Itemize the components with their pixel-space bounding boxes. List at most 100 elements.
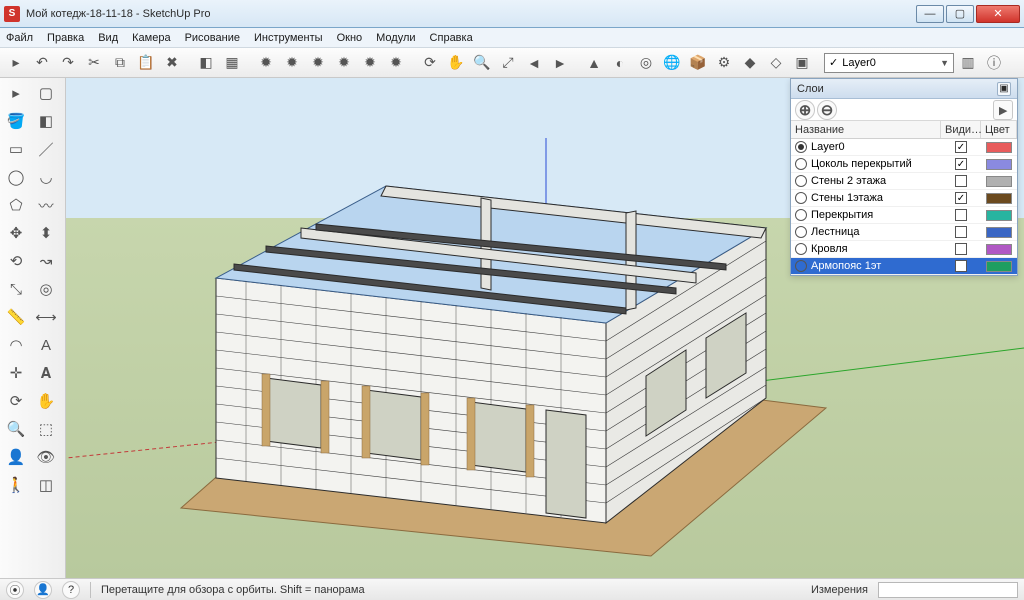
menu-файл[interactable]: Файл <box>6 32 33 44</box>
component-icon[interactable]: ◧ <box>194 51 218 75</box>
extra3-icon[interactable]: ▣ <box>790 51 814 75</box>
layer-active-radio[interactable] <box>795 260 807 272</box>
position-tool-icon[interactable]: 👤 <box>2 444 30 470</box>
layer-visible-checkbox[interactable] <box>955 209 967 221</box>
status-user-icon[interactable]: 👤 <box>34 581 52 599</box>
iso-icon[interactable]: ▲ <box>582 51 606 75</box>
scale-tool-icon[interactable]: ⤡ <box>2 276 30 302</box>
pan-icon[interactable]: ✋ <box>444 51 468 75</box>
cut-icon[interactable]: ✂ <box>82 51 106 75</box>
xray-icon[interactable]: ◎ <box>634 51 658 75</box>
select-icon[interactable]: ▸ <box>4 51 28 75</box>
fav4-icon[interactable]: ✹ <box>332 51 356 75</box>
layer-row[interactable]: Цоколь перекрытий✓ <box>791 156 1017 173</box>
protractor-tool-icon[interactable]: ◠ <box>2 332 30 358</box>
fav5-icon[interactable]: ✹ <box>358 51 382 75</box>
layer-row[interactable]: Стены 1этажа ✓ <box>791 190 1017 207</box>
layer-row[interactable]: Стены 2 этажа <box>791 173 1017 190</box>
layer-color-swatch[interactable] <box>986 227 1012 238</box>
shadow-icon[interactable]: ◐ <box>608 51 632 75</box>
viewport-3d[interactable]: Слои ▣ ⊕ ⊖ ▸ Название Види… Цвет Layer0✓… <box>66 78 1024 578</box>
layer-row[interactable]: Перекрытия <box>791 207 1017 224</box>
layer-name[interactable]: Layer0 <box>811 141 941 153</box>
layer-color-swatch[interactable] <box>986 244 1012 255</box>
fav3-icon[interactable]: ✹ <box>306 51 330 75</box>
earth-icon[interactable]: 🌐 <box>660 51 684 75</box>
layer-visible-checkbox[interactable] <box>955 226 967 238</box>
layer-visible-checkbox[interactable]: ✓ <box>955 192 967 204</box>
menu-правка[interactable]: Правка <box>47 32 84 44</box>
layer-visible-checkbox[interactable]: ✓ <box>955 158 967 170</box>
layers-header-name[interactable]: Название <box>791 121 941 138</box>
layer-name[interactable]: Армопояс 1эт <box>811 260 941 272</box>
layer-active-radio[interactable] <box>795 209 807 221</box>
layer-color-swatch[interactable] <box>986 159 1012 170</box>
status-geo-icon[interactable]: ⦿ <box>6 581 24 599</box>
orbit-tool-icon[interactable]: ⟳ <box>2 388 30 414</box>
layers-panel-close-icon[interactable]: ▣ <box>997 82 1011 96</box>
menu-справка[interactable]: Справка <box>430 32 473 44</box>
layer-row[interactable]: Лестница <box>791 224 1017 241</box>
close-button[interactable]: ✕ <box>976 5 1020 23</box>
prev-icon[interactable]: ◄ <box>522 51 546 75</box>
next-icon[interactable]: ► <box>548 51 572 75</box>
arc-tool-icon[interactable]: ◡ <box>32 164 60 190</box>
layer-active-radio[interactable] <box>795 226 807 238</box>
current-layer-select[interactable]: ✓Layer0▼ <box>824 53 954 73</box>
fav6-icon[interactable]: ✹ <box>384 51 408 75</box>
layer-row[interactable]: Кровля <box>791 241 1017 258</box>
erase-icon[interactable]: ✖ <box>160 51 184 75</box>
layer-name[interactable]: Стены 1этажа <box>811 192 941 204</box>
layers-header-visible[interactable]: Види… <box>941 121 981 138</box>
openbox-icon[interactable]: 📦 <box>686 51 710 75</box>
move-tool-icon[interactable]: ✥ <box>2 220 30 246</box>
layer-row[interactable]: Layer0 ✓ <box>791 139 1017 156</box>
layer-visible-checkbox[interactable] <box>955 243 967 255</box>
measurements-input[interactable] <box>878 582 1018 598</box>
layer-active-radio[interactable] <box>795 243 807 255</box>
layer-active-radio[interactable] <box>795 158 807 170</box>
layers-header-color[interactable]: Цвет <box>981 121 1017 138</box>
component-tool-icon[interactable]: ▢ <box>32 80 60 106</box>
tape-tool-icon[interactable]: 📏 <box>2 304 30 330</box>
circle-tool-icon[interactable]: ◯ <box>2 164 30 190</box>
zoom-icon[interactable]: 🔍 <box>470 51 494 75</box>
menu-инструменты[interactable]: Инструменты <box>254 32 323 44</box>
followme-tool-icon[interactable]: ↝ <box>32 248 60 274</box>
layer-visible-checkbox[interactable]: ✓ <box>955 260 967 272</box>
menu-вид[interactable]: Вид <box>98 32 118 44</box>
status-help-icon[interactable]: ? <box>62 581 80 599</box>
layers-panel[interactable]: Слои ▣ ⊕ ⊖ ▸ Название Види… Цвет Layer0✓… <box>790 78 1018 276</box>
layer-active-radio[interactable] <box>795 192 807 204</box>
layer-color-swatch[interactable] <box>986 193 1012 204</box>
maximize-button[interactable]: ▢ <box>946 5 974 23</box>
text-tool-icon[interactable]: A <box>32 332 60 358</box>
menu-модули[interactable]: Модули <box>376 32 415 44</box>
freehand-tool-icon[interactable]: 〰 <box>32 192 60 218</box>
layer-color-swatch[interactable] <box>986 176 1012 187</box>
group-icon[interactable]: ▦ <box>220 51 244 75</box>
layer-visible-checkbox[interactable] <box>955 175 967 187</box>
layer-visible-checkbox[interactable]: ✓ <box>955 141 967 153</box>
layer-name[interactable]: Лестница <box>811 226 941 238</box>
3dtext-tool-icon[interactable]: 𝐀 <box>32 360 60 386</box>
offset-tool-icon[interactable]: ◎ <box>32 276 60 302</box>
axes-tool-icon[interactable]: ✛ <box>2 360 30 386</box>
lookaround-tool-icon[interactable]: 👁 <box>32 444 60 470</box>
fav2-icon[interactable]: ✹ <box>280 51 304 75</box>
rotate-tool-icon[interactable]: ⟲ <box>2 248 30 274</box>
info-icon[interactable]: ⓘ <box>982 51 1006 75</box>
dimension-tool-icon[interactable]: ⟷ <box>32 304 60 330</box>
copy-icon[interactable]: ⧉ <box>108 51 132 75</box>
remove-layer-icon[interactable]: ⊖ <box>817 100 837 120</box>
pushpull-tool-icon[interactable]: ⬍ <box>32 220 60 246</box>
layer-name[interactable]: Перекрытия <box>811 209 941 221</box>
layer-manager-icon[interactable]: ▥ <box>956 51 980 75</box>
layer-name[interactable]: Кровля <box>811 243 941 255</box>
undo-icon[interactable]: ↶ <box>30 51 54 75</box>
polygon-tool-icon[interactable]: ⬠ <box>2 192 30 218</box>
layers-menu-icon[interactable]: ▸ <box>993 100 1013 120</box>
zoomext-icon[interactable]: ⤢ <box>496 51 520 75</box>
menu-окно[interactable]: Окно <box>337 32 363 44</box>
eraser-tool-icon[interactable]: ◧ <box>32 108 60 134</box>
